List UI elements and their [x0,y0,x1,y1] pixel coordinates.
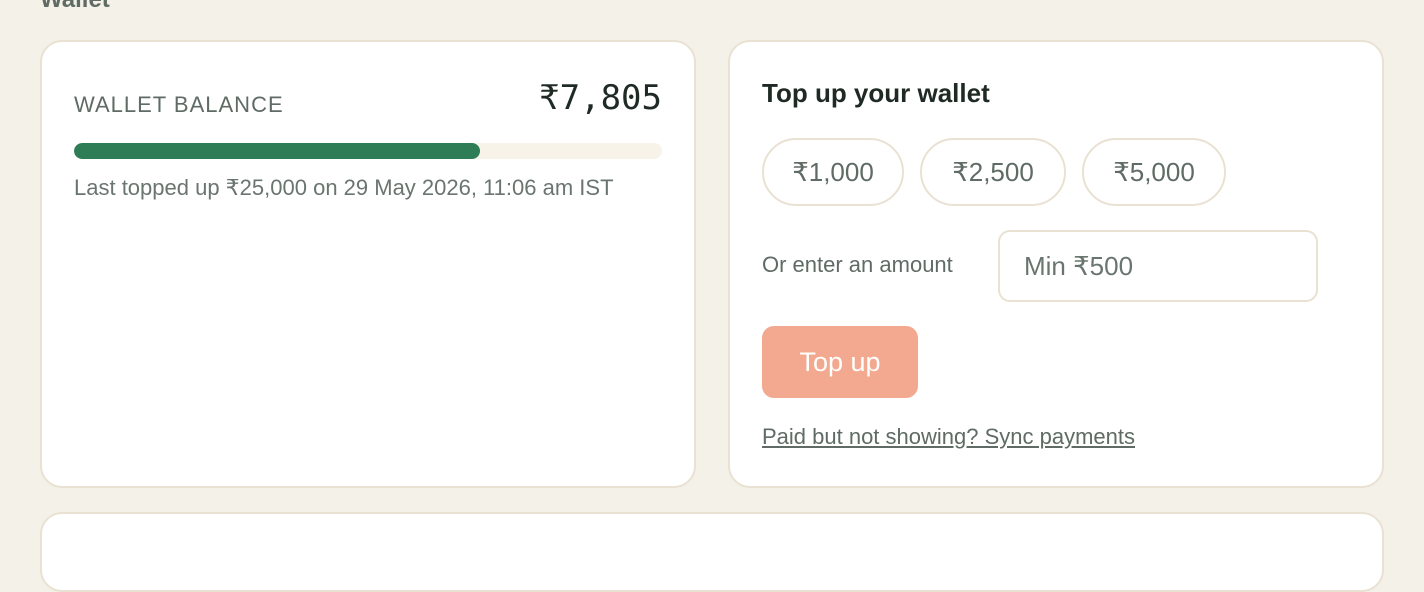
top-up-button[interactable]: Top up [762,326,918,398]
topup-card: Top up your wallet ₹1,000 ₹2,500 ₹5,000 … [728,40,1384,488]
balance-progress-fill [74,143,480,159]
next-card [40,512,1384,592]
sync-payments-link[interactable]: Paid but not showing? Sync payments [762,424,1135,450]
last-topup-text: Last topped up ₹25,000 on 29 May 2026, 1… [74,175,614,200]
wallet-balance-card: WALLET BALANCE ₹7,805 Last topped up ₹25… [40,40,696,488]
wallet-balance-amount: ₹7,805 [539,78,662,118]
balance-progress-bar [74,143,662,159]
preset-amount-button[interactable]: ₹5,000 [1082,138,1226,206]
section-title: Wallet [40,0,110,14]
topup-title: Top up your wallet [762,78,990,108]
custom-amount-label: Or enter an amount [762,252,953,277]
custom-amount-input[interactable] [998,230,1318,302]
preset-amount-button[interactable]: ₹1,000 [762,138,904,206]
preset-amount-button[interactable]: ₹2,500 [920,138,1066,206]
preset-amounts: ₹1,000 ₹2,500 ₹5,000 [762,138,1226,206]
wallet-balance-label: WALLET BALANCE [74,92,284,117]
